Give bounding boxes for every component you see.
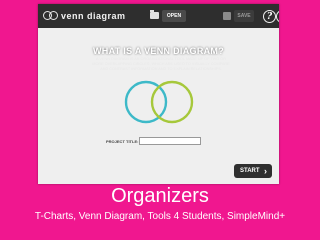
slide-heading: Organizers bbox=[111, 185, 209, 207]
venn-right-circle bbox=[150, 80, 194, 124]
start-button-label: START bbox=[240, 168, 260, 174]
slide-subheading: T-Charts, Venn Diagram, Tools 4 Students… bbox=[34, 211, 286, 222]
venn-left-circle bbox=[124, 80, 168, 124]
venn-app-screenshot: venn diagram OPEN SAVE ? i ✕ me WHAT IS … bbox=[38, 4, 279, 184]
chevron-right-icon: › bbox=[264, 166, 267, 176]
start-button[interactable]: START › bbox=[234, 164, 272, 178]
venn-illustration bbox=[124, 80, 194, 124]
project-title-label: PROJECT TITLE: bbox=[106, 139, 139, 144]
project-title-input[interactable] bbox=[139, 137, 201, 145]
